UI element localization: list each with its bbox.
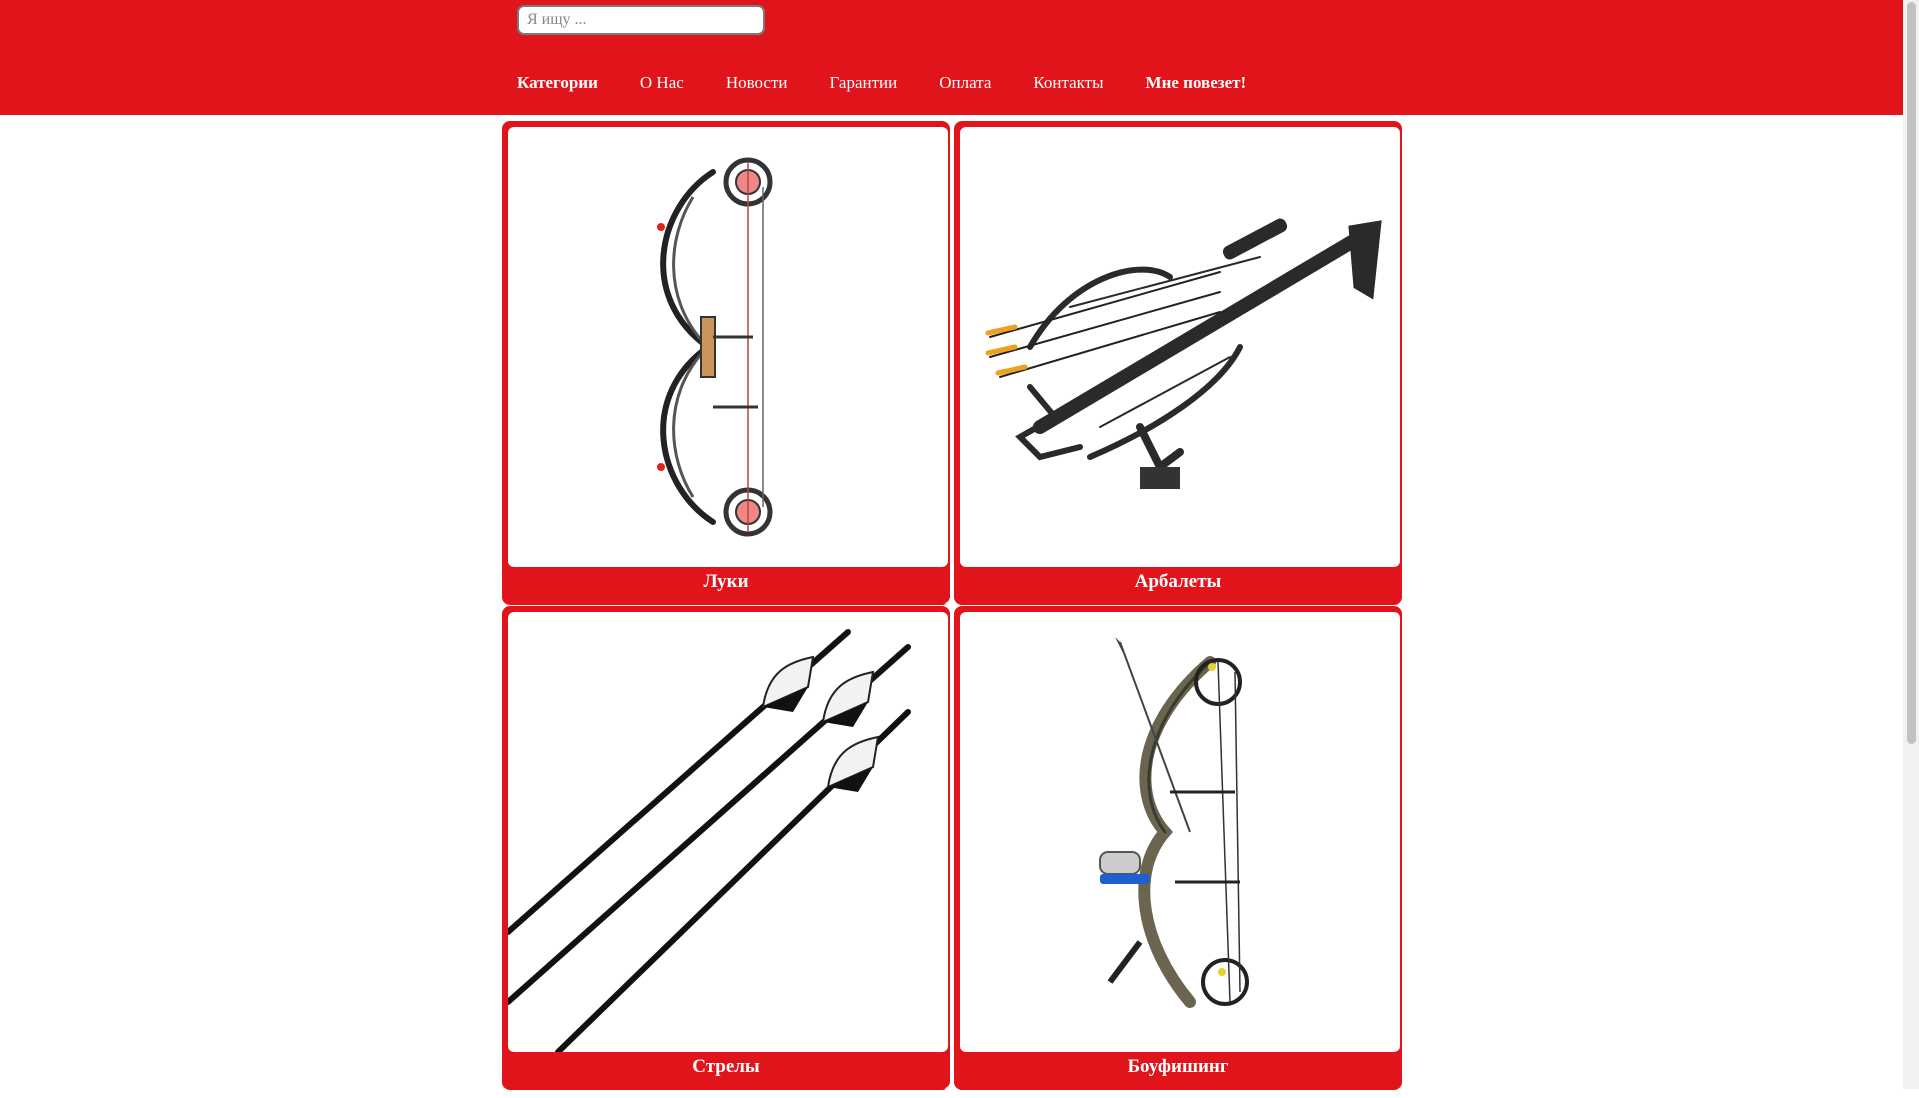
crossbow-image	[960, 127, 1400, 567]
nav-item-about[interactable]: О Нас	[640, 73, 684, 93]
arrows-image	[508, 612, 948, 1052]
nav-item-contacts[interactable]: Контакты	[1033, 73, 1103, 93]
category-label: Арбалеты	[1134, 571, 1222, 592]
nav-item-guarantees[interactable]: Гарантии	[830, 73, 898, 93]
nav-item-payment[interactable]: Оплата	[939, 73, 991, 93]
nav-item-feeling-lucky[interactable]: Мне повезет!	[1146, 73, 1247, 93]
nav-item-news[interactable]: Новости	[726, 73, 788, 93]
search-input[interactable]	[517, 5, 765, 35]
nav-item-categories[interactable]: Категории	[517, 73, 598, 93]
category-label: Стрелы	[692, 1056, 760, 1077]
page-scrollbar[interactable]	[1903, 0, 1919, 1089]
category-label: Луки	[703, 571, 749, 592]
separator-star-icon: ✦	[943, 1081, 957, 1098]
category-card-bows[interactable]: Луки	[502, 121, 950, 605]
main-nav: Категории О Нас Новости Гарантии Оплата …	[517, 73, 1288, 93]
category-card-arrows[interactable]: Стрелы	[502, 606, 950, 1090]
category-label: Боуфишинг	[1127, 1056, 1229, 1077]
compound-bow-image	[508, 127, 948, 567]
category-card-bowfishing[interactable]: Боуфишинг	[954, 606, 1402, 1090]
category-card-crossbows[interactable]: Арбалеты	[954, 121, 1402, 605]
scrollbar-thumb[interactable]	[1907, 2, 1916, 744]
separator-star-icon: ✦	[943, 596, 957, 613]
site-header: Категории О Нас Новости Гарантии Оплата …	[0, 0, 1903, 115]
bowfishing-bow-image	[960, 612, 1400, 1052]
